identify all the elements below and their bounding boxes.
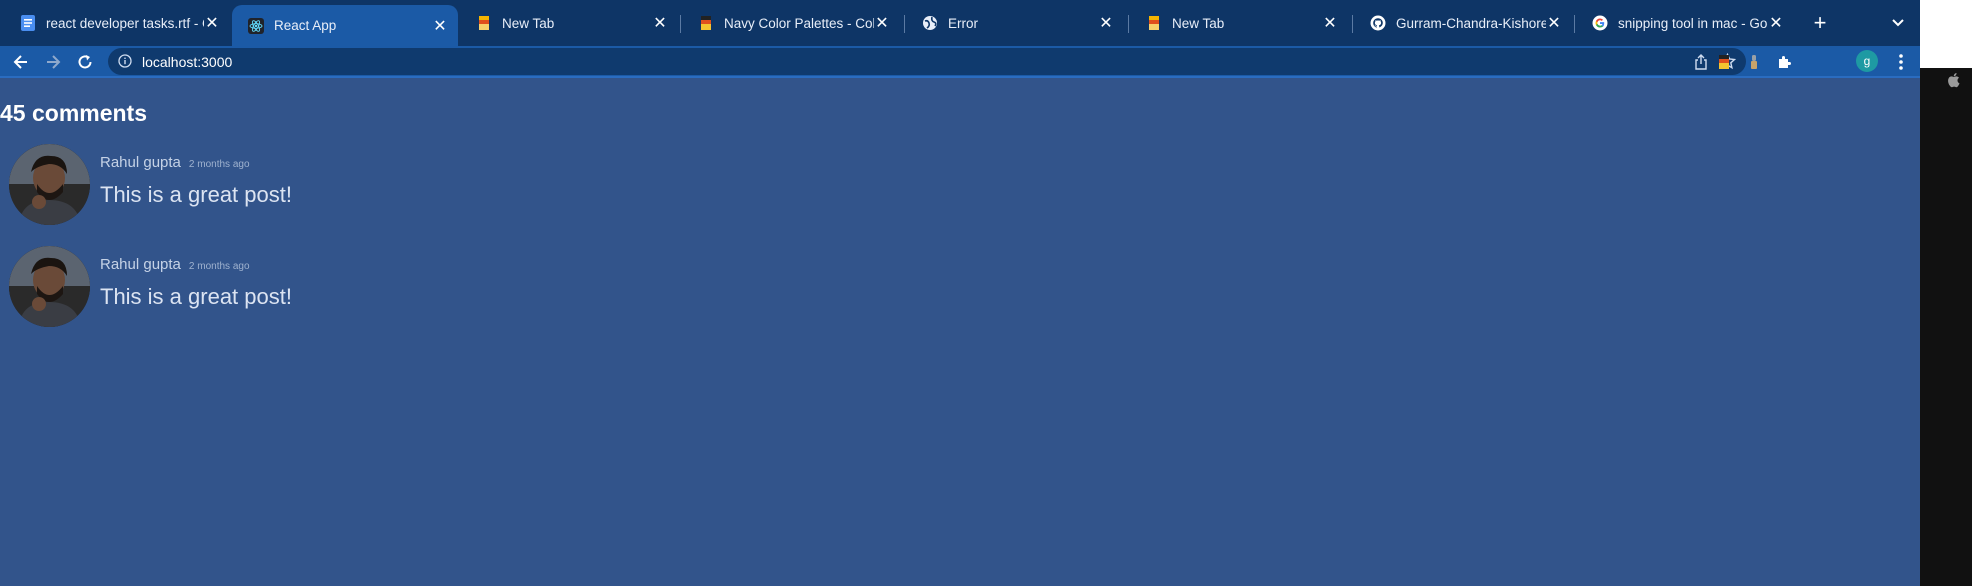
more-vertical-icon (1899, 54, 1903, 70)
tab-separator (1352, 15, 1353, 33)
avatar (9, 144, 90, 225)
extension-dropper-icon[interactable] (1744, 52, 1764, 72)
tab-strip: react developer tasks.rtf - G ✕ React Ap… (0, 0, 1920, 46)
comment-text: This is a great post! (100, 182, 292, 207)
docs-icon (20, 15, 36, 31)
tab-new-tab[interactable]: New Tab ✕ (460, 6, 678, 40)
tab-snipping-tool-search[interactable]: snipping tool in mac - Googl ✕ (1576, 6, 1794, 40)
github-icon (1370, 15, 1386, 31)
google-icon (1592, 15, 1608, 31)
extension-color-icon[interactable] (1714, 52, 1734, 72)
close-icon[interactable]: ✕ (874, 15, 890, 32)
tab-error[interactable]: Error ✕ (906, 6, 1124, 40)
extensions-puzzle-icon[interactable] (1774, 52, 1794, 72)
tab-new-tab-2[interactable]: New Tab ✕ (1130, 6, 1348, 40)
close-icon[interactable]: ✕ (1546, 15, 1562, 32)
apple-logo-icon (1947, 72, 1961, 88)
desktop-window-edge (1920, 0, 1972, 68)
comment-count-heading: 45 comments (0, 100, 148, 126)
comment-timestamp: 2 months ago (188, 159, 250, 170)
share-icon[interactable] (1694, 54, 1708, 75)
globe-icon (922, 15, 938, 31)
close-icon[interactable]: ✕ (204, 15, 220, 32)
back-button[interactable] (10, 51, 32, 73)
tab-separator (904, 15, 905, 33)
tab-github[interactable]: Gurram-Chandra-Kishore-R ✕ (1354, 6, 1572, 40)
tab-separator (680, 15, 681, 33)
info-icon[interactable] (118, 54, 132, 68)
tab-react-developer-tasks[interactable]: react developer tasks.rtf - G ✕ (4, 6, 230, 40)
tab-title: New Tab (1172, 15, 1225, 31)
tab-title: React App (274, 18, 337, 33)
comment-author: Rahul gupta (100, 154, 181, 171)
avatar (9, 246, 90, 327)
comment-item: Rahul gupta 2 months ago This is a great … (9, 144, 909, 228)
chevron-down-icon (1892, 19, 1904, 27)
tab-title: react developer tasks.rtf - G (46, 15, 204, 31)
close-icon[interactable]: ✕ (1322, 15, 1338, 32)
tab-title: Gurram-Chandra-Kishore-R (1396, 15, 1546, 31)
comment-timestamp: 2 months ago (188, 261, 250, 272)
palette-icon (476, 15, 492, 31)
tab-separator (1128, 15, 1129, 33)
close-icon[interactable]: ✕ (1768, 15, 1784, 32)
tab-navy-color-palettes[interactable]: Navy Color Palettes - Color I ✕ (682, 6, 900, 40)
close-icon[interactable]: ✕ (1098, 15, 1114, 32)
forward-button[interactable] (42, 51, 64, 73)
tab-separator (1574, 15, 1575, 33)
tab-title: snipping tool in mac - Googl (1618, 15, 1768, 31)
close-icon[interactable]: ✕ (652, 15, 668, 32)
menu-button[interactable] (1894, 52, 1908, 72)
browser-window: react developer tasks.rtf - G ✕ React Ap… (0, 0, 1920, 586)
browser-toolbar: localhost:3000 g (0, 46, 1920, 76)
tab-search-button[interactable] (1886, 13, 1910, 33)
arrow-right-icon (47, 55, 61, 69)
address-bar[interactable]: localhost:3000 (108, 48, 1746, 75)
reload-icon (78, 55, 92, 69)
close-icon[interactable]: ✕ (432, 18, 448, 35)
comment-item: Rahul gupta 2 months ago This is a great … (9, 246, 909, 330)
desktop-strip (1920, 0, 1972, 586)
palette-icon (1146, 15, 1162, 31)
tab-title: New Tab (502, 15, 555, 31)
palette-icon (698, 15, 714, 31)
comment-text: This is a great post! (100, 284, 292, 309)
new-tab-button[interactable]: + (1808, 10, 1832, 36)
page-content: 45 comments Rahul gupta 2 months ago This… (0, 78, 1920, 586)
tab-title: Navy Color Palettes - Color I (724, 15, 874, 31)
arrow-left-icon (13, 55, 27, 69)
react-icon (248, 17, 264, 34)
reload-button[interactable] (74, 51, 96, 73)
tab-title: Error (948, 15, 978, 31)
url-text: localhost:3000 (142, 54, 233, 70)
profile-avatar[interactable]: g (1856, 50, 1878, 72)
comment-author: Rahul gupta (100, 256, 181, 273)
tab-react-app[interactable]: React App ✕ (232, 5, 458, 46)
